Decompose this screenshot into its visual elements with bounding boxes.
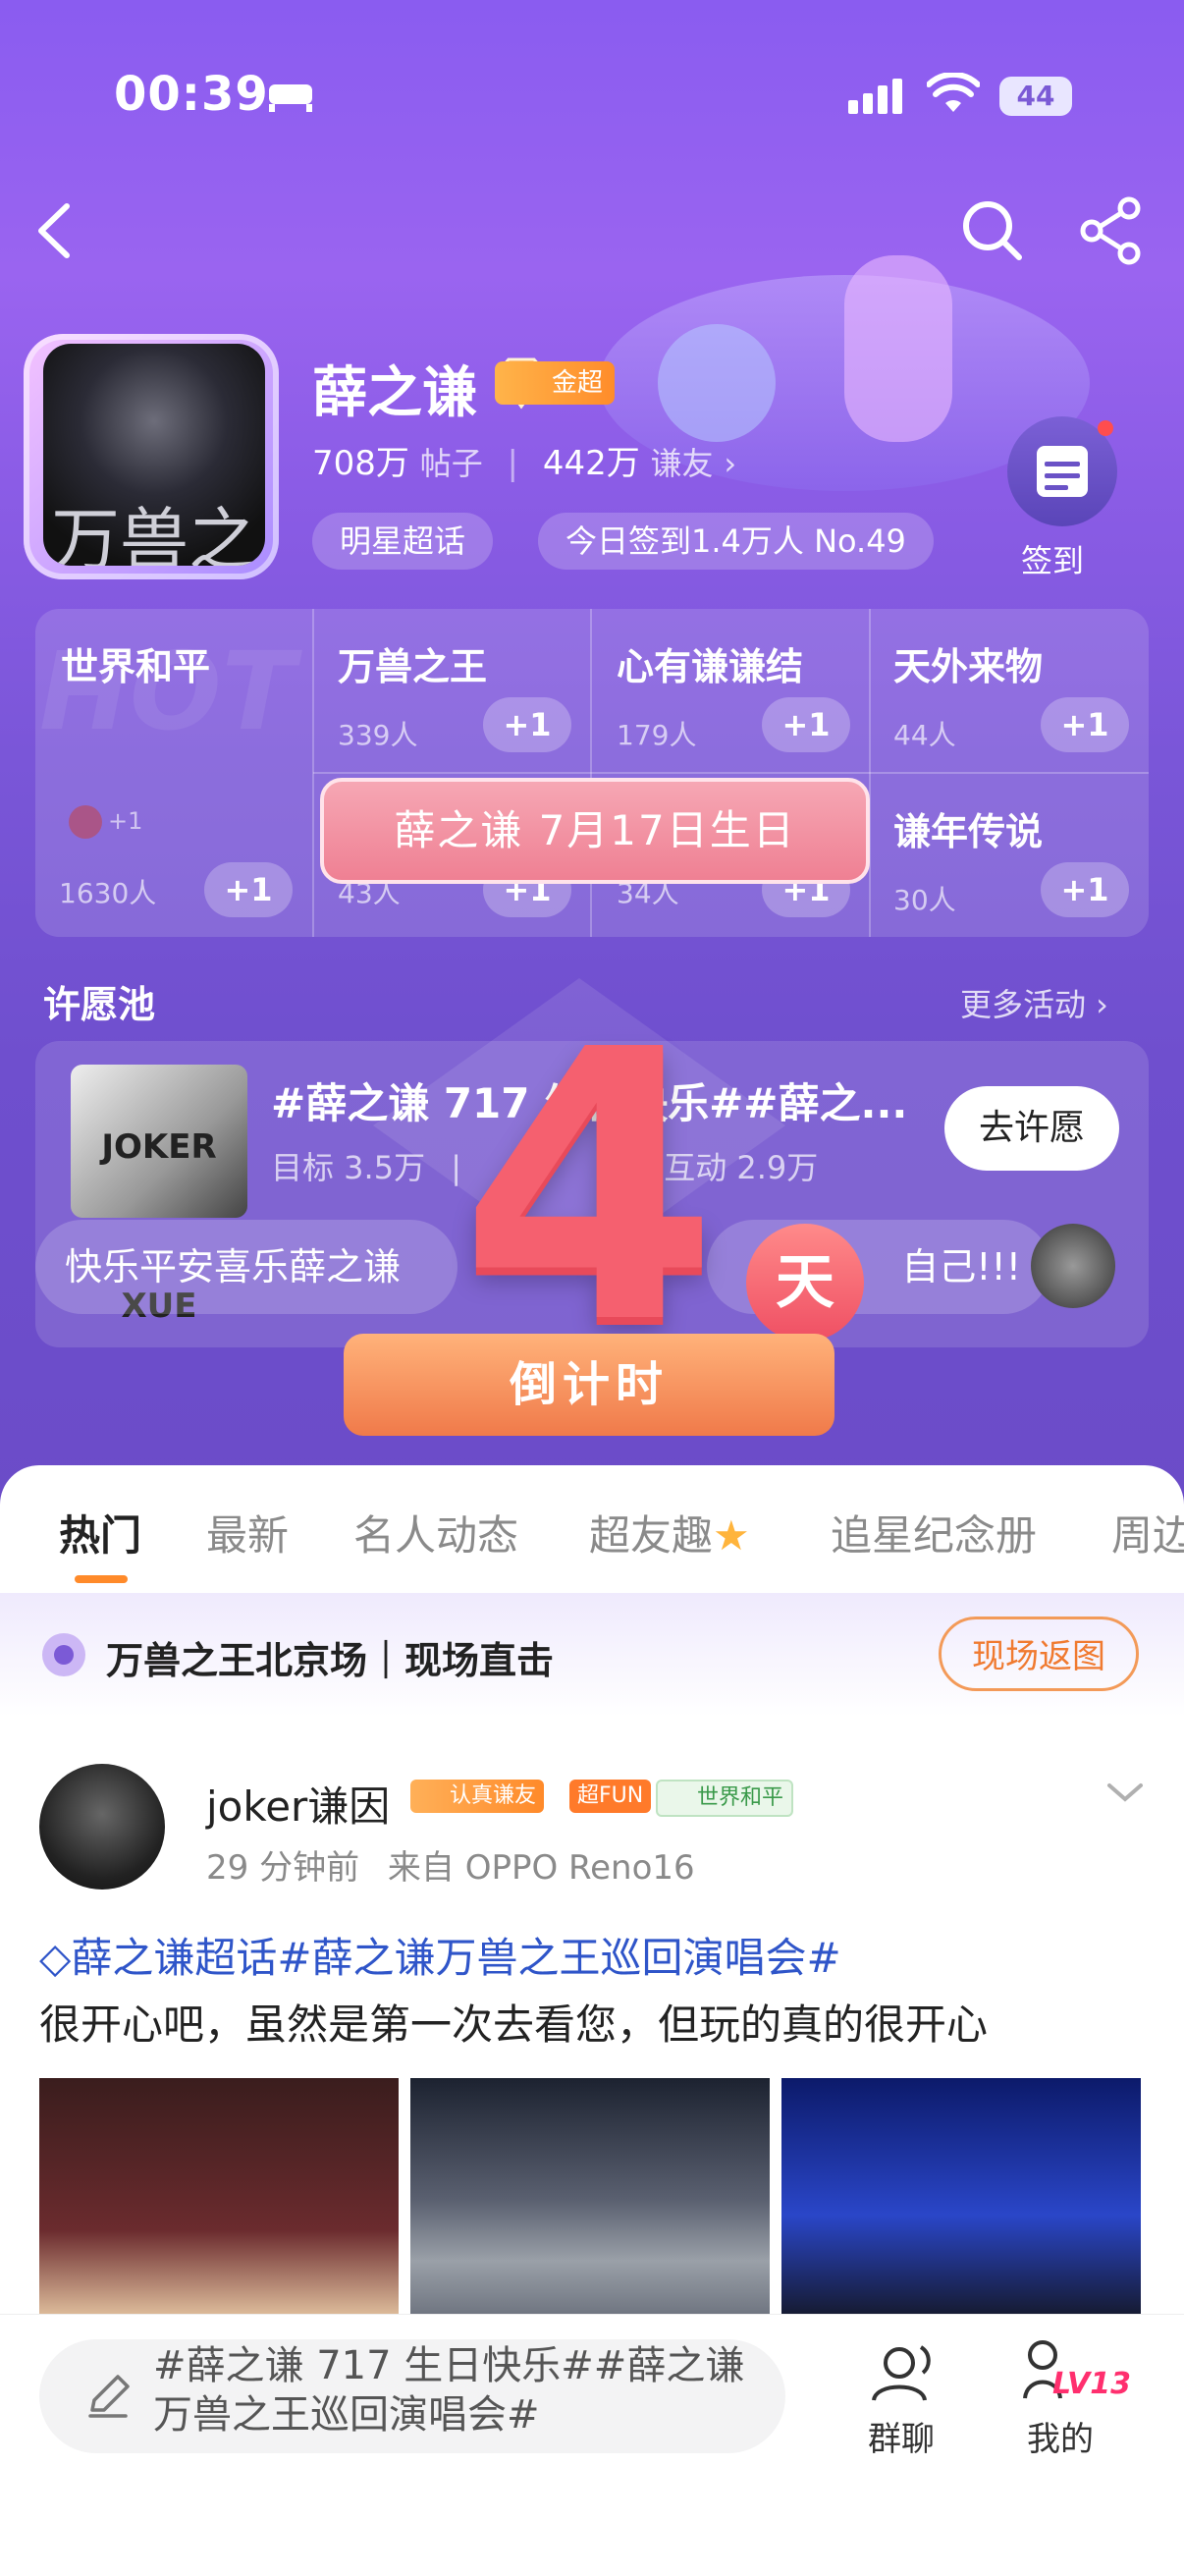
plus-one-button[interactable]: +1 [1041, 697, 1129, 752]
post-username[interactable]: joker谦因 [206, 1774, 390, 1834]
supertopic-icon: ◇ [39, 1934, 72, 1982]
live-photos-button[interactable]: 现场返图 [939, 1617, 1139, 1691]
cell-title: 谦年传说 [893, 810, 1044, 853]
tab-merch[interactable]: 周边 [1111, 1503, 1184, 1562]
bed-icon [269, 84, 312, 112]
cell-title: 天外来物 [893, 645, 1044, 688]
topic-text: 薛之谦超话#薛之谦万兽之王巡回演唱会# [71, 1934, 841, 1982]
cell-count: 339人 [338, 719, 418, 751]
post-source: 来自 OPPO Reno16 [387, 1848, 695, 1888]
cell-title: 万兽之王 [338, 645, 488, 688]
grid-cell-world-peace[interactable]: 世界和平 [61, 636, 210, 690]
level-badge: LV13 [1052, 2367, 1131, 2401]
post-avatar[interactable] [39, 1764, 165, 1890]
post-topic-link[interactable]: ◇薛之谦超话#薛之谦万兽之王巡回演唱会# [39, 1925, 841, 1985]
grid-cell-legend[interactable]: 谦年传说 30人 [893, 801, 1043, 918]
posts-unit: 帖子 [419, 445, 483, 482]
birthday-banner[interactable]: 薛之谦 7月17日生日 [320, 778, 870, 884]
battery-indicator: 44 [999, 77, 1072, 116]
tab-hot[interactable]: 热门 [59, 1503, 141, 1562]
post-input-placeholder: #薛之谦 717 生日快乐##薛之谦万兽之王巡回演唱会# [153, 2343, 745, 2438]
cellular-signal-icon [848, 79, 902, 114]
countdown-unit: 天 [746, 1224, 864, 1342]
posts-count: 708万 [312, 444, 409, 483]
countdown-ribbon: 倒计时 [344, 1334, 834, 1436]
cell-title: 心有谦谦结 [617, 645, 804, 688]
grid-cell-row2-1[interactable]: 1630人 [59, 872, 156, 911]
badge-label: 金超 [552, 368, 604, 398]
active-tab-indicator [75, 1575, 128, 1583]
grid-cell-beast-king[interactable]: 万兽之王 339人 [338, 636, 487, 753]
post-body: 很开心吧，虽然是第一次去看您，但玩的真的很开心 [39, 2001, 989, 2049]
grid-cell-alien[interactable]: 天外来物 44人 [893, 636, 1043, 753]
star-icon: ★ [713, 1511, 750, 1560]
mine-label[interactable]: 我的 [1027, 2412, 1094, 2460]
topic-bubble-icon [42, 1633, 85, 1676]
countdown-number: 4 [458, 970, 720, 1405]
make-wish-button[interactable]: 去许愿 [944, 1086, 1119, 1171]
plus-one-button[interactable]: +1 [483, 697, 571, 752]
mini-avatar [69, 805, 102, 839]
pencil-icon [88, 2375, 130, 2418]
group-chat-icon[interactable] [866, 2339, 944, 2410]
fans-unit[interactable]: 谦友 [651, 445, 714, 482]
fans-count[interactable]: 442万 [543, 444, 640, 483]
tab-label: 超友趣 [589, 1511, 714, 1560]
group-chat-label[interactable]: 群聊 [868, 2412, 935, 2460]
supertopic-avatar[interactable]: 万兽之王 [43, 344, 265, 566]
wifi-icon [927, 73, 980, 112]
cell-count: 30人 [893, 884, 956, 916]
search-icon[interactable] [958, 196, 1027, 265]
cell-title: 世界和平 [61, 645, 211, 688]
plus-one-button[interactable]: +1 [1041, 862, 1129, 917]
calendar-icon [1037, 420, 1113, 497]
danmaku-avatar [1031, 1224, 1115, 1308]
post-meta: 29 分钟前 来自 OPPO Reno16 [206, 1840, 695, 1889]
chevron-down-icon[interactable] [1103, 1778, 1147, 1807]
tab-celebrity[interactable]: 名人动态 [353, 1503, 518, 1562]
avatar-text: 万兽之王 [51, 500, 257, 566]
tab-fun[interactable]: 超友趣★ [589, 1503, 750, 1562]
back-icon[interactable] [29, 196, 79, 265]
signin-label: 签到 [1021, 542, 1085, 579]
tab-album[interactable]: 追星纪念册 [831, 1503, 1037, 1562]
signin-button[interactable] [1007, 416, 1117, 526]
stats-line: 708万 帖子 | 442万 谦友 › [312, 444, 737, 483]
pill-checkin-rank[interactable]: 今日签到1.4万人 No.49 [538, 513, 934, 570]
tag-fun: 超FUN [569, 1780, 652, 1813]
plus-one-button[interactable]: +1 [204, 862, 293, 917]
chevron-right-icon: › [724, 445, 737, 482]
wish-pool-title: 许愿池 [43, 983, 156, 1026]
cell-count: 44人 [893, 719, 956, 751]
post-time: 29 分钟前 [206, 1848, 360, 1888]
supertopic-name: 薛之谦 [312, 361, 477, 425]
mini-plus: +1 [108, 807, 143, 835]
wish-cover-image: JOKER XUE [71, 1065, 247, 1326]
status-time: 00:39 [114, 67, 269, 122]
share-icon[interactable] [1078, 196, 1147, 265]
plus-one-button[interactable]: +1 [762, 697, 850, 752]
pill-star-supertopic[interactable]: 明星超话 [312, 513, 494, 570]
gold-super-badge: 金超 [495, 361, 616, 405]
tab-latest[interactable]: 最新 [206, 1503, 289, 1562]
more-activities-link[interactable]: 更多活动 › [960, 980, 1108, 1025]
tag-world-peace: 世界和平 [656, 1780, 794, 1817]
tag-fan: 认真谦友 [410, 1780, 545, 1813]
cell-count: 1630人 [59, 877, 157, 909]
live-title: 万兽之王北京场｜现场直击 [106, 1639, 555, 1682]
